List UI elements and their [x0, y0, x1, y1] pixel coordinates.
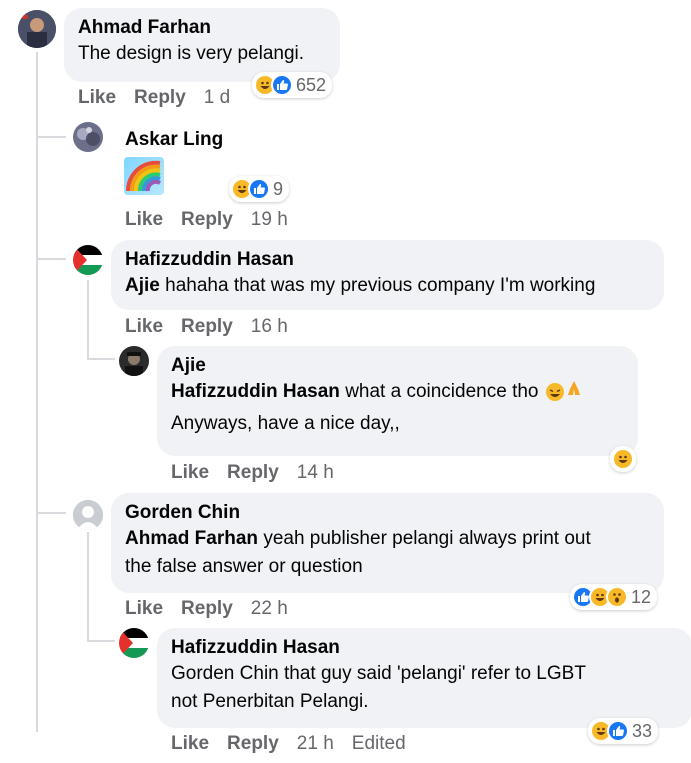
- comment-time[interactable]: 19 h: [251, 209, 288, 231]
- comment-actions: Like Reply 1 d: [78, 87, 230, 109]
- reaction-count: 652: [296, 74, 327, 95]
- reply-button[interactable]: Reply: [227, 462, 279, 484]
- reaction-summary[interactable]: 9: [229, 176, 290, 202]
- haha-icon: [612, 448, 634, 470]
- like-icon: [271, 74, 293, 96]
- comment-time[interactable]: 16 h: [251, 316, 288, 338]
- wow-icon: [606, 586, 628, 608]
- praying-hands-icon: [566, 378, 582, 406]
- comment-text: Gorden Chin that guy said 'pelangi' refe…: [171, 663, 586, 684]
- thread-line: [87, 640, 115, 642]
- comment-author[interactable]: Hafizzuddin Hasan: [125, 248, 652, 272]
- avatar[interactable]: [119, 628, 149, 658]
- comment-actions: Like Reply 16 h: [125, 316, 288, 338]
- thread-line: [87, 532, 89, 642]
- comment-author[interactable]: Ahmad Farhan: [78, 16, 328, 40]
- comment-body: hahaha that was my previous company I'm …: [165, 275, 596, 296]
- like-button[interactable]: Like: [171, 462, 209, 484]
- rainbow-sticker: [124, 157, 164, 195]
- comment-author[interactable]: Hafizzuddin Hasan: [171, 636, 680, 660]
- mention-link[interactable]: Ajie: [125, 275, 160, 296]
- comment-actions: Like Reply 14 h: [171, 462, 334, 484]
- comment-actions: Like Reply 19 h: [125, 209, 288, 231]
- mention-link[interactable]: Ahmad Farhan: [125, 528, 258, 549]
- like-button[interactable]: Like: [171, 733, 209, 755]
- reaction-summary[interactable]: 12: [570, 584, 658, 610]
- comment-text-line: the false answer or question: [125, 556, 363, 577]
- reaction-count: 9: [273, 178, 284, 199]
- comment-time[interactable]: 22 h: [251, 598, 288, 620]
- comment-text: Ahmad Farhan yeah publisher pelangi alwa…: [125, 525, 652, 553]
- laughing-emoji-icon: [545, 383, 564, 401]
- like-icon: [607, 720, 629, 742]
- comment-bubble: Ajie Hafizzuddin Hasan what a coincidenc…: [157, 346, 638, 456]
- comment-text-line: Anyways, have a nice day,,: [171, 413, 400, 435]
- comment-author[interactable]: Ajie: [171, 354, 626, 378]
- comment-bubble: Hafizzuddin Hasan Gorden Chin that guy s…: [157, 628, 691, 728]
- reply-button[interactable]: Reply: [181, 209, 233, 231]
- comment-time[interactable]: 1 d: [204, 87, 230, 109]
- like-button[interactable]: Like: [125, 316, 163, 338]
- comment-text-line: not Penerbitan Pelangi.: [171, 691, 369, 712]
- like-button[interactable]: Like: [125, 209, 163, 231]
- comment-actions: Like Reply 21 h Edited: [171, 733, 406, 755]
- like-icon: [248, 178, 270, 200]
- comment-body: what a coincidence tho: [345, 381, 539, 403]
- reaction-summary[interactable]: 33: [588, 718, 659, 744]
- thread-line: [36, 52, 38, 732]
- thread-line: [87, 358, 115, 360]
- comment-author[interactable]: Gorden Chin: [125, 501, 652, 525]
- like-button[interactable]: Like: [125, 598, 163, 620]
- comment-text: Hafizzuddin Hasan what a coincidence tho: [171, 378, 626, 406]
- like-button[interactable]: Like: [78, 87, 116, 109]
- reaction-summary[interactable]: 652: [252, 72, 333, 98]
- comment-bubble: Ahmad Farhan The design is very pelangi.: [64, 8, 340, 82]
- avatar[interactable]: [73, 245, 103, 275]
- avatar[interactable]: [73, 122, 103, 152]
- reply-button[interactable]: Reply: [134, 87, 186, 109]
- comment-text: Ajie hahaha that was my previous company…: [125, 272, 652, 300]
- comment-bubble: Gorden Chin Ahmad Farhan yeah publisher …: [111, 493, 664, 593]
- comment-time[interactable]: 21 h: [297, 733, 334, 755]
- avatar[interactable]: [73, 500, 103, 530]
- thread-line: [36, 512, 66, 514]
- comment-actions: Like Reply 22 h: [125, 598, 288, 620]
- reply-button[interactable]: Reply: [181, 316, 233, 338]
- reply-button[interactable]: Reply: [181, 598, 233, 620]
- comment-bubble: Hafizzuddin Hasan Ajie hahaha that was m…: [111, 240, 664, 310]
- thread-line: [36, 136, 66, 138]
- avatar[interactable]: [119, 346, 149, 376]
- comment-text: The design is very pelangi.: [78, 43, 305, 64]
- reaction-count: 12: [631, 586, 652, 607]
- thread-line: [36, 258, 66, 260]
- thread-line: [87, 280, 89, 360]
- comment-body: yeah publisher pelangi always print out: [263, 528, 591, 549]
- comment-time[interactable]: 14 h: [297, 462, 334, 484]
- reaction-count: 33: [632, 720, 653, 741]
- mention-link[interactable]: Hafizzuddin Hasan: [171, 381, 340, 402]
- reaction-summary[interactable]: [610, 446, 636, 472]
- edited-label[interactable]: Edited: [352, 733, 406, 755]
- avatar[interactable]: [18, 10, 56, 48]
- comment-author[interactable]: Askar Ling: [125, 128, 223, 152]
- reply-button[interactable]: Reply: [227, 733, 279, 755]
